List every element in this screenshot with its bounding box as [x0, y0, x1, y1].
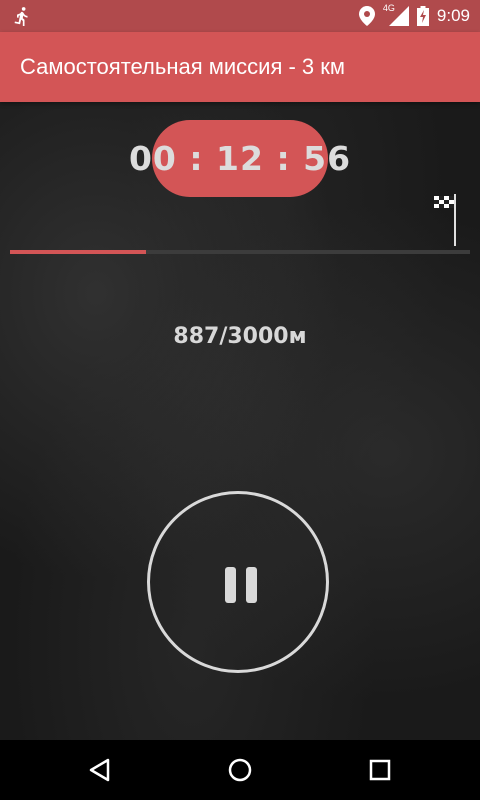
checkered-flag-icon	[434, 194, 456, 246]
recents-icon[interactable]	[366, 756, 394, 784]
app-bar: Самостоятельная миссия - 3 км	[0, 32, 480, 102]
back-icon[interactable]	[86, 756, 114, 784]
timer-text: 00 : 12 : 56	[128, 139, 352, 178]
mission-screen: 00 : 12 : 56 887/3000м	[0, 102, 480, 740]
page-title: Самостоятельная миссия - 3 км	[20, 54, 346, 79]
location-icon	[358, 6, 375, 26]
distance-label: 887/3000м	[173, 324, 307, 349]
home-icon[interactable]	[226, 756, 254, 784]
distance-progress-bar	[10, 250, 470, 254]
pause-icon	[225, 567, 257, 603]
pause-button[interactable]	[147, 491, 329, 673]
distance-progress-fill	[10, 250, 146, 254]
navigation-bar	[0, 740, 480, 800]
battery-charging-icon	[416, 6, 429, 26]
signal-icon: 4G	[383, 3, 409, 26]
clock: 9:09	[436, 6, 470, 25]
status-bar: 4G 9:09	[0, 0, 480, 32]
running-man-icon	[14, 7, 28, 26]
timer-display: 00 : 12 : 56	[129, 120, 350, 197]
